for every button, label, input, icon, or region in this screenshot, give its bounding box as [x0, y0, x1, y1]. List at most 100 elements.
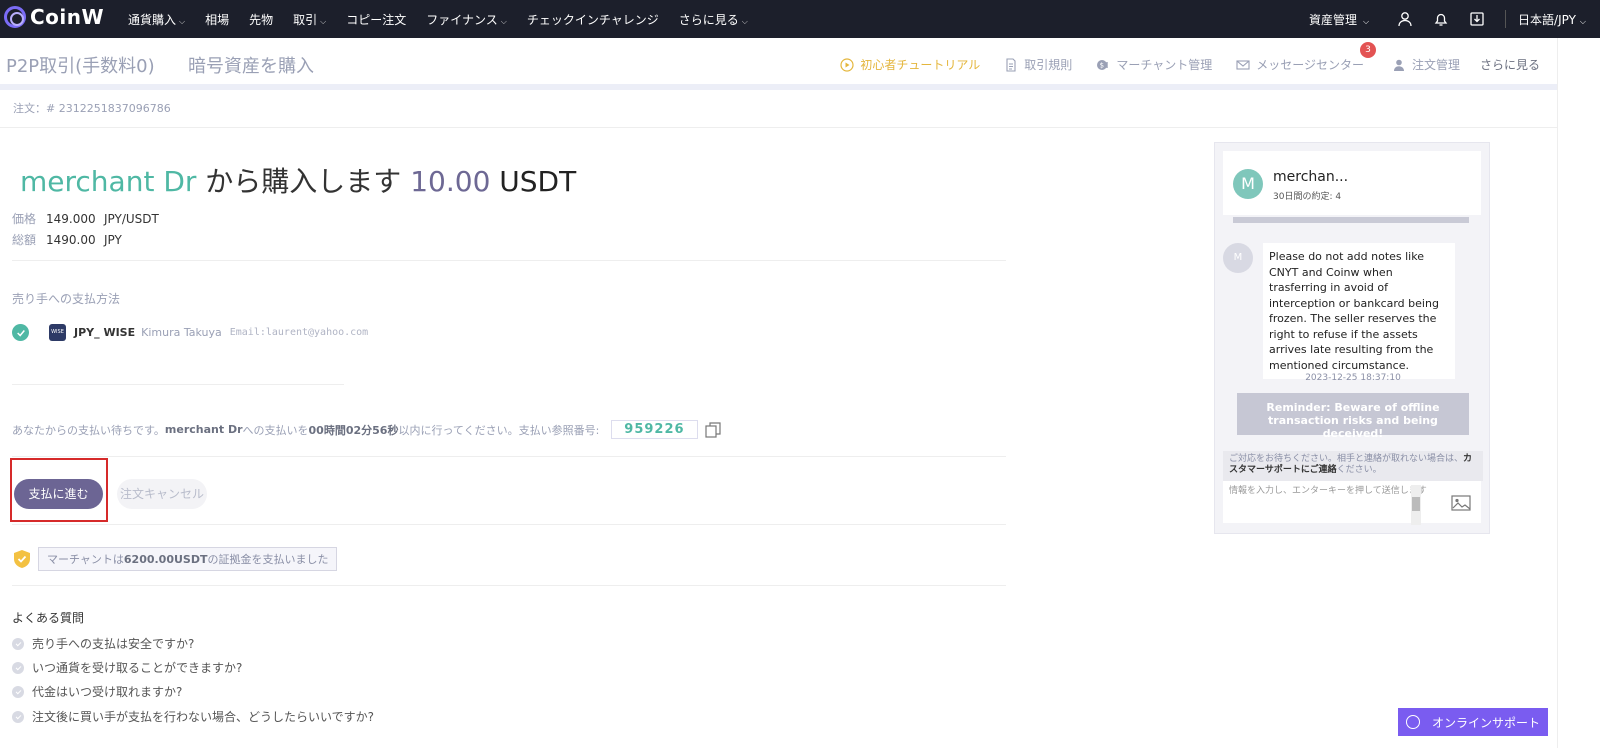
chat-input-scrollbar[interactable] [1411, 485, 1421, 525]
sub-links: 初心者チュートリアル 取引規則 $ マーチャント管理 メッセージセンター 3 注… [816, 42, 1540, 73]
divider [12, 585, 1006, 586]
divider [12, 456, 1006, 457]
deposit-text: マーチャントは6200.00USDTの証拠金を支払いました [38, 547, 338, 571]
divider [12, 384, 344, 385]
chevron-down-icon: ⌵ [179, 16, 186, 26]
nav-label: 相場 [205, 12, 230, 27]
chat-message-input[interactable]: 情報を入力し、エンターキーを押して送信します [1223, 481, 1481, 523]
rules-label: 取引規則 [1024, 58, 1073, 72]
copy-icon[interactable] [704, 421, 722, 439]
image-upload-icon[interactable] [1451, 495, 1471, 511]
countdown-timer: 00時間02分56秒 [308, 423, 399, 437]
waiting-suffix: 以内に行ってください。支払い参照番号: [398, 423, 600, 437]
merchant-management-link[interactable]: $ マーチャント管理 [1096, 56, 1212, 73]
faq-question: 売り手への支払は安全ですか? [32, 637, 195, 651]
price-unit: JPY/USDT [104, 212, 159, 226]
price-value: 149.000 [46, 212, 96, 226]
payment-reference-number: 959226 [611, 420, 698, 439]
download-icon[interactable] [1469, 11, 1485, 27]
bell-icon[interactable] [1433, 11, 1449, 27]
message-timestamp: 2023-12-25 18:37:10 [1305, 373, 1401, 383]
svg-text:$: $ [1100, 61, 1104, 69]
nav-label: コピー注文 [346, 12, 407, 27]
more-link[interactable]: さらに見る [1480, 56, 1540, 73]
merchant-name[interactable]: merchant Dr [20, 165, 196, 198]
nav-menu: 通貨購入 ⌵ 相場 先物 取引 ⌵ コピー注文 ファイナンス ⌵ チェックインチャレン… [128, 0, 768, 38]
chevron-down-icon: ⌵ [500, 16, 507, 26]
check-icon [12, 637, 24, 650]
nav-label: チェックインチャレンジ [526, 12, 659, 27]
nav-label: 取引 [293, 12, 318, 27]
orders-label: 注文管理 [1411, 58, 1460, 72]
faq-title: よくある質問 [12, 611, 85, 625]
deposit-prefix: マーチャントは [47, 553, 124, 566]
faq-item[interactable]: 売り手への支払は安全ですか? [12, 635, 194, 652]
nav-label: 通貨購入 [128, 12, 177, 27]
asset-management-menu[interactable]: 資産管理 ⌵ [1309, 11, 1369, 28]
deposit-amount: 6200.00USDT [123, 553, 208, 566]
messages-label: メッセージセンター [1256, 58, 1364, 72]
language-selector[interactable]: 日本語/JPY ⌵ [1518, 11, 1586, 28]
total-value: 1490.00 [46, 233, 96, 247]
message-center-link[interactable]: メッセージセンター 3 [1236, 42, 1376, 73]
asset-label: 資産管理 [1308, 12, 1357, 27]
online-support-button[interactable]: オンラインサポート [1398, 708, 1548, 736]
nav-item-market[interactable]: 相場 [205, 11, 229, 28]
chat-notice: ご対応をお待ちください。相手と連絡が取れない場合は、カスタマーサポートにご連絡く… [1223, 451, 1483, 481]
support-label: オンラインサポート [1431, 715, 1540, 730]
chevron-down-icon: ⌵ [741, 16, 748, 26]
nav-item-buy-crypto[interactable]: 通貨購入 ⌵ [128, 11, 185, 28]
merchant-icon: $ [1096, 58, 1110, 72]
envelope-icon [1236, 58, 1250, 72]
payment-method[interactable]: WISE JPY_ WISE Kimura Takuya Email:laure… [12, 324, 368, 341]
more-label: さらに見る [1479, 58, 1540, 72]
nav-item-finance[interactable]: ファイナンス ⌵ [426, 11, 507, 28]
check-icon [12, 710, 24, 723]
chat-header-bar [1233, 217, 1469, 223]
coinw-logo-icon [4, 6, 26, 28]
order-management-link[interactable]: 注文管理 [1392, 56, 1460, 73]
notice-post: ください。 [1336, 465, 1382, 475]
shield-badge-icon [14, 550, 30, 568]
trade-rules-link[interactable]: 取引規則 [1004, 56, 1072, 73]
faq-item[interactable]: いつ通貨を受け取ることができますか? [12, 659, 242, 676]
waiting-prefix: あなたからの支払い待ちです。 [12, 423, 165, 437]
payment-person: Kimura Takuya [141, 326, 222, 339]
nav-item-more[interactable]: さらに見る ⌵ [679, 11, 748, 28]
order-number: 注文：# 2312251837096786 [0, 96, 1600, 128]
fraud-reminder: Reminder: Beware of offline transaction … [1237, 393, 1469, 440]
chat-message-bubble: Please do not add notes like CNYT and Co… [1263, 243, 1455, 379]
nav-item-trade[interactable]: 取引 ⌵ [293, 11, 326, 28]
title-text: から購入します [196, 165, 411, 198]
faq-question: いつ通貨を受け取ることができますか? [32, 661, 243, 675]
nav-item-futures[interactable]: 先物 [249, 11, 273, 28]
cancel-order-button[interactable]: 注文キャンセル [117, 479, 207, 509]
chat-merchant-name[interactable]: merchan... [1273, 169, 1348, 185]
faq-item[interactable]: 注文後に買い手が支払を行わない場合、どうしたらいいですか? [12, 708, 374, 725]
logo-text: CoinW [30, 5, 105, 29]
payment-method-name: JPY_ WISE [74, 326, 136, 339]
scrollbar-thumb[interactable] [1412, 497, 1420, 511]
buy-amount: 10.00 [410, 165, 491, 198]
tutorial-link[interactable]: 初心者チュートリアル [840, 56, 980, 73]
play-circle-icon [840, 57, 855, 72]
payment-email: Email:laurent@yahoo.com [229, 327, 369, 338]
divider [12, 524, 1006, 525]
buy-crypto-title[interactable]: 暗号資産を購入 [188, 52, 314, 78]
person-icon [1392, 58, 1406, 72]
p2p-title[interactable]: P2P取引(手数料0) [6, 52, 155, 78]
coinw-logo[interactable]: CoinW [4, 5, 104, 29]
total-label: 総額 [12, 233, 37, 247]
check-icon [12, 685, 24, 698]
proceed-to-payment-button[interactable]: 支払に進む [14, 479, 103, 509]
nav-item-copy-trade[interactable]: コピー注文 [346, 11, 406, 28]
faq-item[interactable]: 代金はいつ受け取れますか? [12, 683, 182, 700]
merchant-deposit: マーチャントは6200.00USDTの証拠金を支払いました [12, 547, 338, 571]
waiting-mid: への支払いを [242, 423, 309, 437]
message-avatar: M [1223, 243, 1253, 273]
sub-header: P2P取引(手数料0) 暗号資産を購入 初心者チュートリアル 取引規則 $ マー… [0, 38, 1600, 90]
user-icon[interactable] [1397, 11, 1413, 27]
nav-item-checkin[interactable]: チェックインチャレンジ [527, 11, 659, 28]
buy-currency: USDT [490, 165, 577, 198]
nav-divider [1505, 10, 1507, 28]
